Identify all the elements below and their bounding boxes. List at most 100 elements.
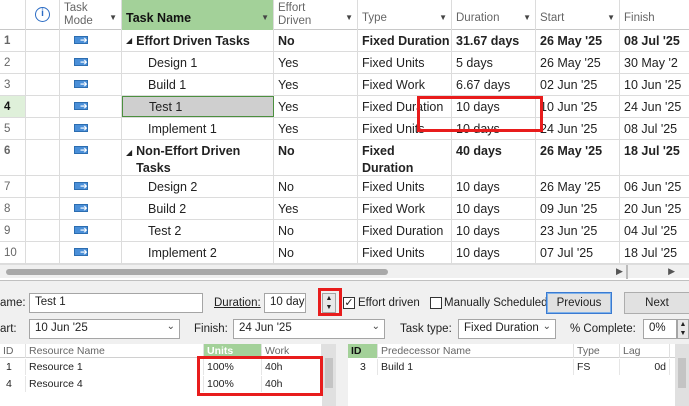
table-row[interactable]: 8 ➔ Build 2 Yes Fixed Work 10 days 09 Ju…: [0, 198, 689, 220]
start-cell[interactable]: 24 Jun '25: [536, 118, 620, 139]
chevron-down-icon[interactable]: ⌄: [167, 321, 175, 332]
effort-driven-cell[interactable]: Yes: [274, 96, 358, 117]
header-type[interactable]: Type ▼: [358, 0, 452, 30]
duration-cell[interactable]: 10 days: [452, 96, 536, 117]
finish-cell[interactable]: 24 Jun '25: [620, 96, 689, 117]
resource-units[interactable]: 100%: [204, 376, 262, 392]
task-mode-cell[interactable]: ➔: [60, 140, 122, 175]
task-mode-cell[interactable]: ➔: [60, 52, 122, 73]
collapse-triangle-icon[interactable]: ◢: [126, 36, 132, 45]
task-name-cell[interactable]: Test 2: [122, 220, 274, 241]
effort-driven-cell[interactable]: No: [274, 30, 358, 51]
horizontal-scrollbar[interactable]: ▶ ▶: [0, 264, 689, 279]
chevron-down-icon[interactable]: ⌄: [543, 321, 551, 332]
finish-cell[interactable]: 18 Jul '25: [620, 140, 689, 175]
task-mode-cell[interactable]: ➔: [60, 74, 122, 95]
previous-button[interactable]: Previous: [546, 292, 612, 314]
resource-units[interactable]: 100%: [204, 359, 262, 375]
scroll-right-arrow-icon[interactable]: ▶: [616, 266, 623, 277]
spin-down-icon[interactable]: ▼: [678, 329, 688, 338]
table-row[interactable]: 2 ➔ Design 1 Yes Fixed Units 5 days 26 M…: [0, 52, 689, 74]
spin-down-icon[interactable]: ▼: [323, 303, 335, 312]
task-name-cell[interactable]: Design 2: [122, 176, 274, 197]
task-mode-cell[interactable]: ➔: [60, 198, 122, 219]
task-name-cell[interactable]: ◢ Effort Driven Tasks: [122, 30, 274, 51]
resource-work[interactable]: 40h: [262, 376, 322, 392]
type-cell[interactable]: Fixed Work: [358, 198, 452, 219]
row-number[interactable]: 6: [0, 140, 26, 175]
row-number[interactable]: 8: [0, 198, 26, 219]
task-mode-cell[interactable]: ➔: [60, 220, 122, 241]
resource-name[interactable]: Resource 4: [26, 376, 204, 392]
type-cell[interactable]: Fixed Units: [358, 176, 452, 197]
pane-divider[interactable]: [626, 265, 628, 279]
name-input[interactable]: Test 1: [29, 293, 203, 313]
finish-cell[interactable]: 10 Jun '25: [620, 74, 689, 95]
type-cell[interactable]: Fixed Duration: [358, 220, 452, 241]
predecessor-lag[interactable]: 0d: [620, 359, 670, 375]
effort-driven-checkbox[interactable]: ✓: [343, 297, 355, 309]
start-cell[interactable]: 23 Jun '25: [536, 220, 620, 241]
predecessor-row[interactable]: 3 Build 1 FS 0d: [348, 359, 689, 375]
start-cell[interactable]: 26 May '25: [536, 176, 620, 197]
effort-driven-cell[interactable]: Yes: [274, 198, 358, 219]
duration-cell[interactable]: 6.67 days: [452, 74, 536, 95]
finish-cell[interactable]: 30 May '2: [620, 52, 689, 73]
resource-name[interactable]: Resource 1: [26, 359, 204, 375]
task-mode-cell[interactable]: ➔: [60, 242, 122, 263]
task-name-cell[interactable]: Design 1: [122, 52, 274, 73]
table-row[interactable]: 3 ➔ Build 1 Yes Fixed Work 6.67 days 02 …: [0, 74, 689, 96]
finish-input[interactable]: 24 Jun '25 ⌄: [233, 319, 385, 339]
table-row[interactable]: 5 ➔ Implement 1 Yes Fixed Units 10 days …: [0, 118, 689, 140]
start-cell[interactable]: 07 Jul '25: [536, 242, 620, 263]
row-number[interactable]: 10: [0, 242, 26, 263]
type-cell[interactable]: Fixed Duration: [358, 140, 452, 175]
finish-cell[interactable]: 06 Jun '25: [620, 176, 689, 197]
scroll-thumb[interactable]: [678, 358, 686, 388]
effort-driven-cell[interactable]: Yes: [274, 74, 358, 95]
manually-scheduled-checkbox[interactable]: [430, 297, 442, 309]
effort-driven-cell[interactable]: Yes: [274, 118, 358, 139]
duration-cell[interactable]: 10 days: [452, 198, 536, 219]
task-name-cell[interactable]: Implement 2: [122, 242, 274, 263]
duration-cell[interactable]: 10 days: [452, 220, 536, 241]
manually-scheduled-label[interactable]: Manually Scheduled: [444, 297, 548, 309]
header-duration[interactable]: Duration ▼: [452, 0, 536, 30]
header-task-name[interactable]: Task Name ▼: [122, 0, 274, 30]
effort-driven-cell[interactable]: Yes: [274, 52, 358, 73]
finish-cell[interactable]: 08 Jul '25: [620, 30, 689, 51]
header-indicators[interactable]: i: [26, 0, 60, 30]
header-finish[interactable]: Finish: [620, 0, 689, 30]
type-cell[interactable]: Fixed Duration: [358, 30, 452, 51]
spin-up-icon[interactable]: ▲: [678, 320, 688, 329]
start-cell[interactable]: 02 Jun '25: [536, 74, 620, 95]
duration-cell[interactable]: 31.67 days: [452, 30, 536, 51]
table-row-selected[interactable]: 4 ➔ Test 1 Yes Fixed Duration 10 days 10…: [0, 96, 689, 118]
task-mode-cell[interactable]: ➔: [60, 176, 122, 197]
chevron-down-icon[interactable]: ⌄: [372, 321, 380, 332]
scroll-thumb[interactable]: [325, 358, 333, 388]
next-button[interactable]: Next: [624, 292, 689, 314]
header-effort-driven[interactable]: Effort Driven ▼: [274, 0, 358, 30]
effort-driven-cell[interactable]: No: [274, 140, 358, 175]
table-row[interactable]: 9 ➔ Test 2 No Fixed Duration 10 days 23 …: [0, 220, 689, 242]
spin-up-icon[interactable]: ▲: [323, 294, 335, 303]
predecessor-type[interactable]: FS: [574, 359, 620, 375]
table-row[interactable]: 10 ➔ Implement 2 No Fixed Units 10 days …: [0, 242, 689, 264]
collapse-triangle-icon[interactable]: ◢: [126, 144, 132, 161]
effort-driven-label[interactable]: Effort driven: [358, 297, 420, 309]
predecessor-name[interactable]: Build 1: [378, 359, 574, 375]
header-task-mode[interactable]: Task Mode ▼: [60, 0, 122, 30]
task-name-cell[interactable]: Build 1: [122, 74, 274, 95]
table-row[interactable]: 6 ➔ ◢ Non-Effort Driven Tasks No Fixed Du…: [0, 140, 689, 176]
duration-input[interactable]: 10 days: [264, 293, 306, 313]
task-type-select[interactable]: Fixed Duration ⌄: [458, 319, 556, 339]
type-cell[interactable]: Fixed Work: [358, 74, 452, 95]
effort-driven-cell[interactable]: No: [274, 176, 358, 197]
header-start[interactable]: Start ▼: [536, 0, 620, 30]
percent-complete-spinner[interactable]: ▲ ▼: [677, 319, 689, 339]
duration-cell[interactable]: 10 days: [452, 176, 536, 197]
finish-cell[interactable]: 20 Jun '25: [620, 198, 689, 219]
type-cell[interactable]: Fixed Units: [358, 118, 452, 139]
start-cell[interactable]: 26 May '25: [536, 140, 620, 175]
